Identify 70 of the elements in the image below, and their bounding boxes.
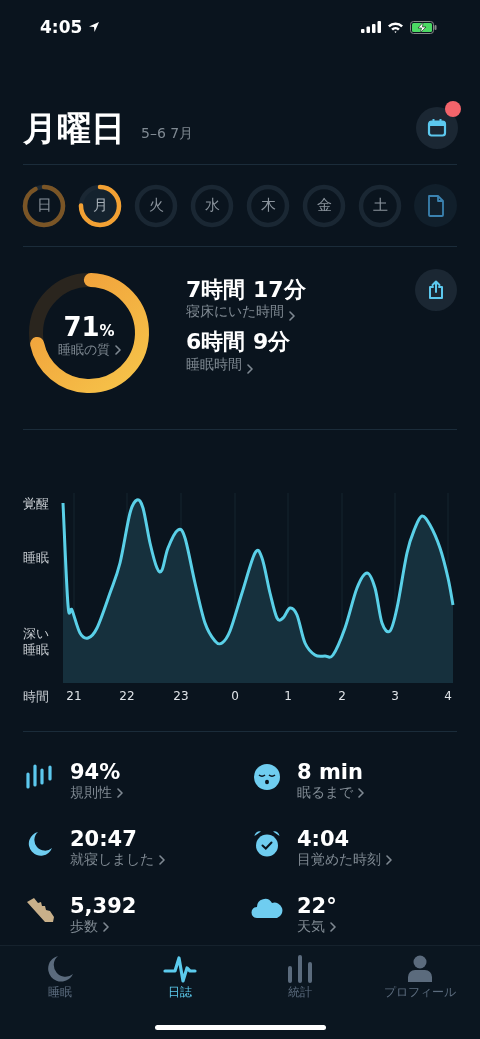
battery-charging-icon (410, 20, 437, 34)
bars-icon (26, 763, 54, 789)
axis-label: 0 (231, 689, 239, 703)
shoe-icon (25, 897, 55, 924)
stat-link[interactable]: 就寝しました (70, 851, 154, 870)
day-tab[interactable]: 月 (78, 183, 122, 228)
day-tab[interactable]: 木 (246, 183, 290, 228)
duration-value: 7時間 17分 (186, 277, 307, 304)
axis-label: 1 (284, 689, 292, 703)
chevron-right-icon (159, 855, 165, 866)
duration-value: 6時間 9分 (186, 329, 292, 356)
stat-link[interactable]: 目覚めた時刻 (297, 851, 381, 870)
calendar-icon (427, 118, 447, 138)
signal-icon (361, 21, 381, 33)
axis-label: 2 (338, 689, 346, 703)
wifi-icon (387, 21, 404, 33)
pulse-icon (163, 954, 197, 984)
chevron-right-icon (117, 788, 123, 799)
day-tab[interactable]: 土 (358, 183, 402, 228)
axis-label: 22 (119, 689, 135, 703)
stat-link[interactable]: 天気 (297, 918, 325, 937)
tab-bar-item[interactable]: プロフィール (360, 954, 480, 1004)
axis-title: 時間 (23, 688, 50, 706)
sleepy-face-icon (253, 763, 281, 791)
day-tab[interactable]: 日 (22, 183, 66, 228)
stat-value: 20:47 (70, 827, 138, 852)
axis-label: 3 (391, 689, 399, 703)
share-button[interactable] (415, 269, 457, 311)
axis-label: 4 (444, 689, 452, 703)
chevron-right-icon (114, 345, 121, 356)
duration-link[interactable]: 睡眠時間 (186, 355, 242, 374)
chevron-right-icon (358, 788, 364, 799)
cloud-icon (251, 897, 283, 920)
axis-label: 覚醒 (23, 496, 49, 512)
location-arrow-icon (88, 21, 101, 33)
chevron-right-icon (247, 363, 253, 374)
chevron-right-icon (330, 922, 336, 933)
status-time: 4:05 (40, 17, 83, 37)
date-range: 5–6 7月 (141, 125, 194, 143)
day-tab[interactable]: 水 (190, 183, 234, 228)
stat-value: 4:04 (297, 827, 351, 852)
duration-link[interactable]: 寝床にいた時間 (186, 303, 284, 322)
tab-bar-item[interactable]: 統計 (240, 954, 360, 1004)
tab-bar-item[interactable]: 日誌 (120, 954, 240, 1004)
stat-value: 8 min (297, 760, 364, 785)
tab-bar-item[interactable]: 睡眠 (0, 954, 120, 1004)
stat-link[interactable]: 規則性 (70, 784, 112, 803)
day-title: 月曜日 (23, 111, 125, 145)
axis-label: 23 (173, 689, 189, 703)
axis-label: 睡眠 (23, 550, 49, 566)
share-icon (427, 280, 445, 300)
stat-value: 5,392 (70, 894, 137, 919)
chevron-right-icon (103, 922, 109, 933)
document-icon (426, 194, 445, 217)
axis-label: 21 (66, 689, 82, 703)
chevron-right-icon (289, 311, 295, 322)
stat-value: 94% (70, 760, 122, 785)
day-tab[interactable]: 金 (302, 183, 346, 228)
stat-value: 22° (297, 894, 337, 919)
alarm-clock-icon (253, 830, 281, 859)
stat-link[interactable]: 眠るまで (297, 784, 353, 803)
day-tab[interactable]: 火 (134, 183, 178, 228)
calendar-button[interactable] (416, 107, 458, 149)
quality-value: 71% (63, 313, 115, 342)
moon-icon (26, 830, 54, 859)
chevron-right-icon (386, 855, 392, 866)
axis-label: 深い睡眠 (23, 626, 50, 658)
quality-link[interactable]: 睡眠の質 (57, 341, 110, 359)
document-button[interactable] (414, 184, 457, 227)
stat-link[interactable]: 歩数 (70, 918, 98, 937)
